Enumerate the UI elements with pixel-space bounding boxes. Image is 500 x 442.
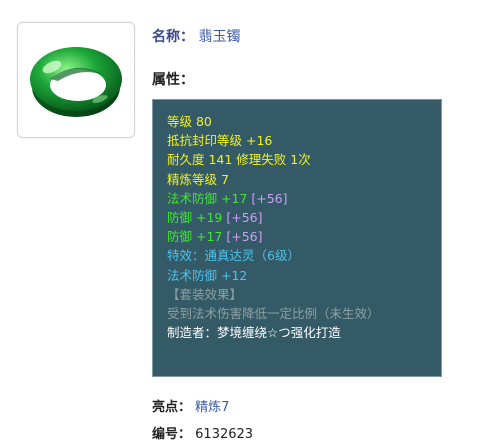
attr-magic-defense-extra: 法术防御 +12: [167, 267, 248, 283]
attribute-line: 受到法术伤害降低一定比例（未生效）: [167, 304, 441, 323]
attr-special-effect: 特效：通真达灵（6级）: [167, 248, 300, 264]
item-name-row: 名称： 翡玉镯: [152, 26, 240, 46]
attr-set-effect-desc: 受到法术伤害降低一定比例（未生效）: [167, 305, 380, 321]
serial-value: 6132623: [195, 427, 254, 442]
attribute-line: 【套装效果】: [167, 285, 441, 304]
highlight-label: 亮点：: [152, 400, 192, 415]
attribute-line: 防御 +19 [+56]: [167, 208, 441, 227]
serial-row: 编号： 6132623: [152, 423, 253, 442]
attr-defense-2: 防御 +17: [167, 229, 223, 245]
attr-refine-level: 精炼等级 7: [167, 171, 229, 187]
attr-defense-2-bonus: [+56]: [226, 229, 263, 245]
attr-magic-defense: 法术防御 +17: [167, 190, 248, 206]
attribute-line: 特效：通真达灵（6级）: [167, 246, 441, 265]
attr-magic-defense-bonus: [+56]: [251, 190, 288, 206]
attribute-line: 抵抗封印等级 +16: [167, 131, 441, 150]
attribute-line: 等级 80: [167, 112, 441, 131]
attr-level: 等级 80: [167, 114, 212, 129]
attr-defense-1-bonus: [+56]: [226, 209, 263, 225]
highlight-value: 精炼7: [195, 400, 230, 415]
item-name-value: 翡玉镯: [198, 29, 241, 45]
attr-defense-1: 防御 +19: [167, 209, 223, 225]
attribute-line: 耐久度 141 修理失败 1次: [167, 150, 441, 169]
attr-seal-resist: 抵抗封印等级 +16: [167, 133, 273, 149]
item-thumbnail: [17, 22, 135, 138]
attribute-line: 法术防御 +17 [+56]: [167, 189, 441, 208]
attr-maker: 制造者：梦境缠绕☆つ强化打造: [167, 325, 341, 341]
attribute-line: 法术防御 +12: [167, 266, 441, 285]
attribute-line: 防御 +17 [+56]: [167, 227, 441, 246]
jade-bracelet-icon: [30, 47, 122, 117]
serial-label: 编号：: [152, 427, 192, 442]
attribute-line: 精炼等级 7: [167, 170, 441, 189]
attributes-title: 属性：: [152, 72, 194, 88]
attr-durability: 耐久度 141 修理失败 1次: [167, 152, 311, 168]
item-name-label: 名称：: [152, 29, 194, 45]
highlight-row: 亮点： 精炼7: [152, 396, 229, 415]
attr-set-effect-title: 【套装效果】: [167, 286, 243, 302]
attributes-panel: 等级 80 抵抗封印等级 +16 耐久度 141 修理失败 1次 精炼等级 7 …: [152, 99, 442, 377]
attribute-line: 制造者：梦境缠绕☆つ强化打造: [167, 323, 441, 342]
